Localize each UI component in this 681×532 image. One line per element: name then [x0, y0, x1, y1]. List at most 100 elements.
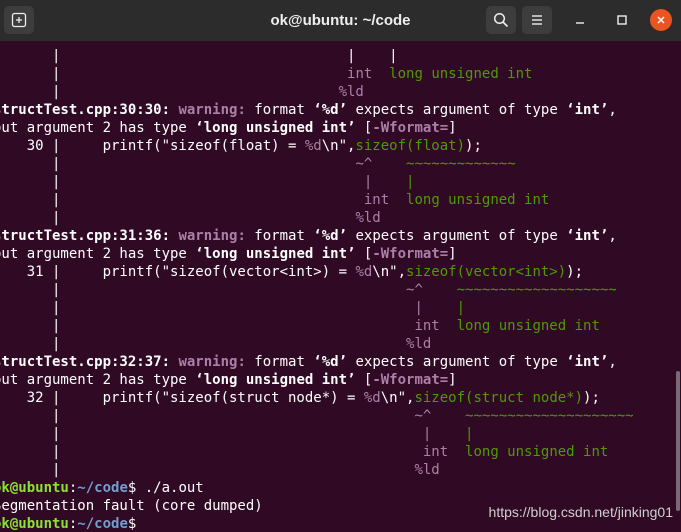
terminal-text: ‘%d’: [313, 102, 348, 118]
terminal-text: out argument 2 has type: [0, 372, 196, 388]
terminal-text: warning:: [178, 228, 246, 244]
terminal-text: ‘int’: [566, 228, 609, 244]
terminal-text: $: [127, 516, 137, 532]
terminal-text: ‘%d’: [313, 354, 348, 370]
terminal-text: sizeof(struct node*): [414, 390, 584, 406]
close-button[interactable]: [650, 9, 672, 31]
watermark: https://blog.csdn.net/jinking01: [488, 504, 673, 520]
terminal-text: |: [0, 174, 364, 190]
terminal-line: out argument 2 has type ‘long unsigned i…: [0, 245, 634, 263]
terminal-text: structTest.cpp:32:37:: [0, 354, 179, 370]
terminal-text: ‘long unsigned int’: [195, 372, 356, 388]
terminal-text: format: [245, 102, 314, 118]
terminal-text: long unsigned int: [465, 444, 609, 460]
terminal-output[interactable]: | | | | int long unsigned int | %ld struc…: [0, 41, 681, 532]
terminal-text: ~~~~~~~~~~~~~~~~~~~~: [465, 408, 634, 424]
search-icon: [493, 12, 509, 28]
terminal-text: %d: [363, 390, 381, 406]
terminal-text: ‘int’: [566, 102, 609, 118]
terminal-lines: | | | | int long unsigned int | %ld struc…: [0, 47, 634, 532]
terminal-text: ]: [448, 120, 457, 136]
terminal-line: 31 | printf("sizeof(vector<int>) = %d\n"…: [0, 263, 634, 281]
terminal-text: |: [0, 444, 423, 460]
terminal-line: | ~^ ~~~~~~~~~~~~~~~~~~~~: [0, 407, 634, 425]
terminal-text: format: [245, 228, 314, 244]
terminal-text: [: [355, 372, 373, 388]
terminal-line: | %ld: [0, 83, 634, 101]
terminal-line: out argument 2 has type ‘long unsigned i…: [0, 119, 634, 137]
terminal-text: %ld: [338, 84, 364, 100]
terminal-line: | int long unsigned int: [0, 65, 634, 83]
scrollbar[interactable]: [676, 371, 680, 511]
terminal-text: %ld: [355, 210, 381, 226]
terminal-text: |: [0, 156, 356, 172]
minimize-icon: [576, 22, 584, 24]
terminal-text: expects argument of type: [347, 228, 567, 244]
terminal-text: ‘%d’: [313, 228, 348, 244]
terminal-line: out argument 2 has type ‘long unsigned i…: [0, 371, 634, 389]
terminal-text: int: [363, 192, 390, 208]
terminal-text: ‘long unsigned int’: [195, 120, 356, 136]
terminal-text: );: [566, 264, 584, 280]
terminal-text: [: [355, 120, 373, 136]
terminal-text: -Wformat=: [372, 246, 449, 262]
terminal-text: \n",: [321, 138, 356, 154]
menu-button[interactable]: [522, 6, 552, 34]
terminal-line: | %ld: [0, 209, 634, 227]
terminal-text: %ld: [414, 462, 440, 478]
terminal-line: | int long unsigned int: [0, 443, 634, 461]
terminal-text: 31 | printf("sizeof(vector<int>) =: [0, 264, 356, 280]
terminal-text: ‘int’: [566, 354, 609, 370]
terminal-line: ok@ubuntu:~/code$ ./a.out: [0, 479, 634, 497]
terminal-line: | %ld: [0, 335, 634, 353]
terminal-text: |: [456, 300, 466, 316]
minimize-button[interactable]: [569, 9, 591, 31]
maximize-button[interactable]: [611, 9, 633, 31]
terminal-text: structTest.cpp:31:36:: [0, 228, 179, 244]
terminal-text: long unsigned int: [456, 318, 600, 334]
terminal-text: |: [465, 426, 474, 442]
terminal-text: ,: [608, 228, 617, 244]
terminal-text: ,: [608, 354, 617, 370]
terminal-text: ~~~~~~~~~~~~~~~~~~~: [456, 282, 617, 298]
search-button[interactable]: [486, 6, 516, 34]
terminal-text: |: [0, 318, 415, 334]
terminal-text: ok@ubuntu: [0, 516, 69, 532]
terminal-text: [: [355, 246, 373, 262]
terminal-text: format: [245, 354, 314, 370]
terminal-text: long unsigned int: [406, 192, 550, 208]
terminal-text: | | |: [0, 48, 398, 64]
terminal-text: ok@ubuntu: [0, 480, 69, 496]
new-tab-button[interactable]: [4, 6, 34, 34]
terminal-text: int: [347, 66, 373, 82]
terminal-line: structTest.cpp:30:30: warning: format ‘%…: [0, 101, 634, 119]
terminal-text: out argument 2 has type: [0, 246, 196, 262]
terminal-text: %ld: [406, 336, 432, 352]
terminal-text: |: [0, 336, 407, 352]
terminal-text: 30 | printf("sizeof(float) =: [0, 138, 305, 154]
terminal-line: 32 | printf("sizeof(struct node*) = %d\n…: [0, 389, 634, 407]
terminal-line: 30 | printf("sizeof(float) = %d\n",sizeo…: [0, 137, 634, 155]
terminal-text: |: [0, 84, 339, 100]
title-bar: ok@ubuntu: ~/code: [0, 0, 681, 41]
terminal-text: ]: [448, 246, 457, 262]
terminal-text: ,: [608, 102, 617, 118]
terminal-text: ~/code: [77, 480, 128, 496]
terminal-text: expects argument of type: [347, 354, 567, 370]
terminal-line: | int long unsigned int: [0, 191, 634, 209]
terminal-text: int: [414, 318, 440, 334]
terminal-text: ~~~~~~~~~~~~~: [406, 156, 516, 172]
hamburger-menu-icon: [532, 15, 542, 25]
terminal-text: ~^: [414, 408, 432, 424]
terminal-text: ~/code: [77, 516, 128, 532]
terminal-text: ‘long unsigned int’: [195, 246, 356, 262]
terminal-text: warning:: [178, 102, 246, 118]
terminal-line: | | |: [0, 173, 634, 191]
